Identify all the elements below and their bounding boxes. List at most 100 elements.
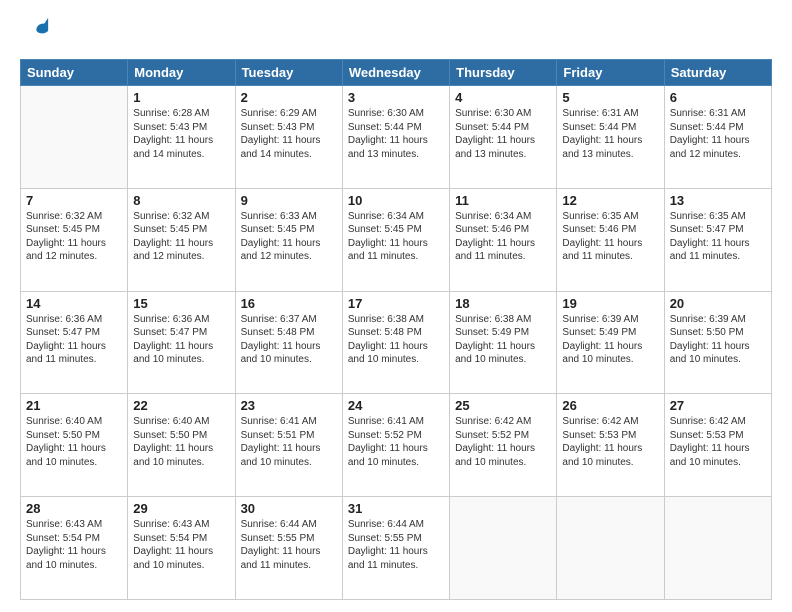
day-number: 4 — [455, 90, 551, 105]
calendar-cell: 2 Sunrise: 6:29 AMSunset: 5:43 PMDaylight… — [235, 86, 342, 189]
day-number: 14 — [26, 296, 122, 311]
calendar-cell: 12 Sunrise: 6:35 AMSunset: 5:46 PMDayligh… — [557, 188, 664, 291]
day-number: 24 — [348, 398, 444, 413]
day-number: 10 — [348, 193, 444, 208]
calendar-cell: 11Sunrise: 6:34 AMSunset: 5:46 PMDayligh… — [450, 188, 557, 291]
day-number: 9 — [241, 193, 337, 208]
calendar-cell: 19 Sunrise: 6:39 AMSunset: 5:49 PMDayligh… — [557, 291, 664, 394]
calendar-week-row: 28 Sunrise: 6:43 AMSunset: 5:54 PMDayligh… — [21, 497, 772, 600]
logo-icon — [22, 16, 50, 44]
calendar-cell: 27 Sunrise: 6:42 AMSunset: 5:53 PMDayligh… — [664, 394, 771, 497]
calendar-cell: 3 Sunrise: 6:30 AMSunset: 5:44 PMDaylight… — [342, 86, 449, 189]
day-number: 17 — [348, 296, 444, 311]
day-info: Sunrise: 6:32 AMSunset: 5:45 PMDaylight:… — [26, 210, 122, 264]
day-info: Sunrise: 6:42 AMSunset: 5:53 PMDaylight:… — [562, 415, 658, 469]
day-info: Sunrise: 6:31 AMSunset: 5:44 PMDaylight:… — [670, 107, 766, 161]
calendar-cell: 24 Sunrise: 6:41 AMSunset: 5:52 PMDayligh… — [342, 394, 449, 497]
calendar-cell: 17 Sunrise: 6:38 AMSunset: 5:48 PMDayligh… — [342, 291, 449, 394]
day-info: Sunrise: 6:34 AMSunset: 5:46 PMDaylight:… — [455, 210, 551, 264]
calendar-cell: 13Sunrise: 6:35 AMSunset: 5:47 PMDayligh… — [664, 188, 771, 291]
calendar-table: SundayMondayTuesdayWednesdayThursdayFrid… — [20, 59, 772, 600]
calendar-week-row: 14 Sunrise: 6:36 AMSunset: 5:47 PMDayligh… — [21, 291, 772, 394]
day-number: 29 — [133, 501, 229, 516]
day-number: 5 — [562, 90, 658, 105]
day-info: Sunrise: 6:40 AMSunset: 5:50 PMDaylight:… — [133, 415, 229, 469]
day-info: Sunrise: 6:30 AMSunset: 5:44 PMDaylight:… — [348, 107, 444, 161]
day-number: 30 — [241, 501, 337, 516]
weekday-header-thursday: Thursday — [450, 60, 557, 86]
calendar-cell: 14 Sunrise: 6:36 AMSunset: 5:47 PMDayligh… — [21, 291, 128, 394]
day-number: 8 — [133, 193, 229, 208]
calendar-cell: 26Sunrise: 6:42 AMSunset: 5:53 PMDayligh… — [557, 394, 664, 497]
calendar-cell: 30 Sunrise: 6:44 AMSunset: 5:55 PMDayligh… — [235, 497, 342, 600]
day-number: 3 — [348, 90, 444, 105]
calendar-cell: 20 Sunrise: 6:39 AMSunset: 5:50 PMDayligh… — [664, 291, 771, 394]
day-number: 7 — [26, 193, 122, 208]
day-info: Sunrise: 6:41 AMSunset: 5:52 PMDaylight:… — [348, 415, 444, 469]
day-info: Sunrise: 6:34 AMSunset: 5:45 PMDaylight:… — [348, 210, 444, 264]
day-info: Sunrise: 6:44 AMSunset: 5:55 PMDaylight:… — [348, 518, 444, 572]
day-info: Sunrise: 6:39 AMSunset: 5:49 PMDaylight:… — [562, 313, 658, 367]
day-number: 31 — [348, 501, 444, 516]
day-number: 21 — [26, 398, 122, 413]
day-number: 16 — [241, 296, 337, 311]
day-info: Sunrise: 6:31 AMSunset: 5:44 PMDaylight:… — [562, 107, 658, 161]
calendar-cell: 25Sunrise: 6:42 AMSunset: 5:52 PMDayligh… — [450, 394, 557, 497]
calendar-cell: 29 Sunrise: 6:43 AMSunset: 5:54 PMDayligh… — [128, 497, 235, 600]
day-number: 22 — [133, 398, 229, 413]
day-number: 27 — [670, 398, 766, 413]
day-number: 28 — [26, 501, 122, 516]
day-info: Sunrise: 6:44 AMSunset: 5:55 PMDaylight:… — [241, 518, 337, 572]
day-info: Sunrise: 6:39 AMSunset: 5:50 PMDaylight:… — [670, 313, 766, 367]
calendar-cell: 1Sunrise: 6:28 AMSunset: 5:43 PMDaylight… — [128, 86, 235, 189]
day-info: Sunrise: 6:41 AMSunset: 5:51 PMDaylight:… — [241, 415, 337, 469]
day-number: 2 — [241, 90, 337, 105]
day-number: 15 — [133, 296, 229, 311]
day-number: 18 — [455, 296, 551, 311]
day-info: Sunrise: 6:37 AMSunset: 5:48 PMDaylight:… — [241, 313, 337, 367]
calendar-week-row: 7 Sunrise: 6:32 AMSunset: 5:45 PMDaylight… — [21, 188, 772, 291]
weekday-header-sunday: Sunday — [21, 60, 128, 86]
calendar-cell: 15 Sunrise: 6:36 AMSunset: 5:47 PMDayligh… — [128, 291, 235, 394]
calendar-cell: 31 Sunrise: 6:44 AMSunset: 5:55 PMDayligh… — [342, 497, 449, 600]
day-number: 19 — [562, 296, 658, 311]
day-info: Sunrise: 6:38 AMSunset: 5:49 PMDaylight:… — [455, 313, 551, 367]
day-info: Sunrise: 6:35 AMSunset: 5:46 PMDaylight:… — [562, 210, 658, 264]
calendar-cell: 18 Sunrise: 6:38 AMSunset: 5:49 PMDayligh… — [450, 291, 557, 394]
calendar-cell: 22 Sunrise: 6:40 AMSunset: 5:50 PMDayligh… — [128, 394, 235, 497]
header — [20, 16, 772, 49]
calendar-cell: 16 Sunrise: 6:37 AMSunset: 5:48 PMDayligh… — [235, 291, 342, 394]
day-info: Sunrise: 6:36 AMSunset: 5:47 PMDaylight:… — [133, 313, 229, 367]
day-number: 20 — [670, 296, 766, 311]
calendar-cell: 5 Sunrise: 6:31 AMSunset: 5:44 PMDaylight… — [557, 86, 664, 189]
day-number: 6 — [670, 90, 766, 105]
day-info: Sunrise: 6:30 AMSunset: 5:44 PMDaylight:… — [455, 107, 551, 161]
calendar-week-row: 21 Sunrise: 6:40 AMSunset: 5:50 PMDayligh… — [21, 394, 772, 497]
day-info: Sunrise: 6:42 AMSunset: 5:53 PMDaylight:… — [670, 415, 766, 469]
day-info: Sunrise: 6:38 AMSunset: 5:48 PMDaylight:… — [348, 313, 444, 367]
day-info: Sunrise: 6:40 AMSunset: 5:50 PMDaylight:… — [26, 415, 122, 469]
day-number: 23 — [241, 398, 337, 413]
day-number: 12 — [562, 193, 658, 208]
weekday-header-friday: Friday — [557, 60, 664, 86]
weekday-header-row: SundayMondayTuesdayWednesdayThursdayFrid… — [21, 60, 772, 86]
calendar-cell: 23 Sunrise: 6:41 AMSunset: 5:51 PMDayligh… — [235, 394, 342, 497]
calendar-cell: 9Sunrise: 6:33 AMSunset: 5:45 PMDaylight… — [235, 188, 342, 291]
calendar-cell: 6 Sunrise: 6:31 AMSunset: 5:44 PMDaylight… — [664, 86, 771, 189]
calendar-cell: 28Sunrise: 6:43 AMSunset: 5:54 PMDayligh… — [21, 497, 128, 600]
day-info: Sunrise: 6:29 AMSunset: 5:43 PMDaylight:… — [241, 107, 337, 161]
weekday-header-tuesday: Tuesday — [235, 60, 342, 86]
day-number: 25 — [455, 398, 551, 413]
calendar-cell — [557, 497, 664, 600]
calendar-cell: 21 Sunrise: 6:40 AMSunset: 5:50 PMDayligh… — [21, 394, 128, 497]
weekday-header-saturday: Saturday — [664, 60, 771, 86]
day-number: 13 — [670, 193, 766, 208]
page: SundayMondayTuesdayWednesdayThursdayFrid… — [0, 0, 792, 612]
calendar-week-row: 1Sunrise: 6:28 AMSunset: 5:43 PMDaylight… — [21, 86, 772, 189]
calendar-cell: 4 Sunrise: 6:30 AMSunset: 5:44 PMDaylight… — [450, 86, 557, 189]
day-info: Sunrise: 6:43 AMSunset: 5:54 PMDaylight:… — [133, 518, 229, 572]
calendar-cell — [21, 86, 128, 189]
calendar-cell: 7 Sunrise: 6:32 AMSunset: 5:45 PMDaylight… — [21, 188, 128, 291]
day-info: Sunrise: 6:32 AMSunset: 5:45 PMDaylight:… — [133, 210, 229, 264]
day-info: Sunrise: 6:36 AMSunset: 5:47 PMDaylight:… — [26, 313, 122, 367]
